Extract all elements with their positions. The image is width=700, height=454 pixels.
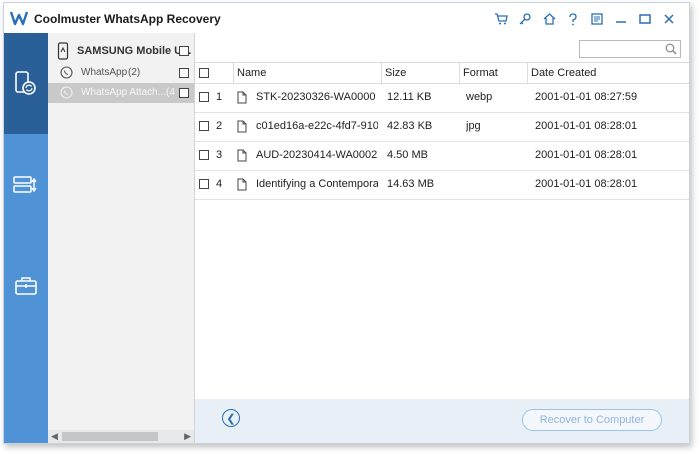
backup-restore-icon: [13, 175, 37, 193]
file-icon: [237, 91, 247, 104]
scroll-left-icon[interactable]: ◀: [51, 430, 58, 443]
whatsapp-icon: [60, 66, 73, 79]
tree-device-label: SAMSUNG Mobile U...: [77, 45, 192, 57]
nav-backup-restore[interactable]: [4, 134, 48, 235]
row-checkbox[interactable]: [199, 92, 209, 102]
row-size: 12.11 KB: [387, 91, 432, 103]
file-icon: [237, 149, 247, 162]
toolbox-icon: [15, 276, 37, 295]
left-nav: [4, 33, 48, 443]
row-format: webp: [466, 91, 493, 103]
home-icon[interactable]: [537, 9, 561, 29]
row-size: 14.63 MB: [387, 178, 435, 190]
row-index: 4: [216, 178, 223, 190]
row-size: 4.50 MB: [387, 149, 428, 161]
feedback-icon[interactable]: [585, 9, 609, 29]
row-name: AUD-20230414-WA0002: [256, 149, 378, 161]
row-index: 2: [216, 120, 223, 132]
key-icon[interactable]: [513, 9, 537, 29]
scroll-right-icon[interactable]: ▶: [184, 430, 191, 443]
phone-icon: [57, 42, 69, 60]
row-checkbox[interactable]: [199, 121, 209, 131]
table-row[interactable]: 3 AUD-20230414-WA0002 4.50 MB 2001-01-01…: [195, 141, 689, 171]
row-index: 1: [216, 91, 223, 103]
tree-item-whatsapp-attachments[interactable]: WhatsApp Attach... (4: [48, 83, 194, 103]
select-all-checkbox[interactable]: [199, 68, 209, 78]
table-header: Name Size Format Date Created: [195, 62, 689, 84]
nav-toolbox[interactable]: [4, 235, 48, 336]
back-button[interactable]: ❮: [222, 409, 240, 427]
whatsapp-icon: [60, 86, 73, 99]
app-title: Coolmuster WhatsApp Recovery: [34, 12, 221, 26]
table-row[interactable]: 4 Identifying a Contemporary ... 14.63 M…: [195, 170, 689, 200]
tree-device-row[interactable]: SAMSUNG Mobile U...: [48, 41, 194, 61]
table-row[interactable]: 1 STK-20230326-WA0000 12.11 KB webp 2001…: [195, 83, 689, 113]
column-format[interactable]: Format: [463, 63, 498, 83]
help-icon[interactable]: [561, 9, 585, 29]
row-format: jpg: [466, 120, 481, 132]
file-icon: [237, 120, 247, 133]
row-index: 3: [216, 149, 223, 161]
row-date: 2001-01-01 08:27:59: [535, 91, 638, 103]
column-size[interactable]: Size: [385, 63, 406, 83]
nav-phone-recovery[interactable]: [4, 33, 48, 134]
title-bar: Coolmuster WhatsApp Recovery: [4, 3, 689, 33]
phone-recovery-icon: [15, 70, 36, 95]
column-date-created[interactable]: Date Created: [531, 63, 596, 83]
chevron-left-icon: ❮: [226, 412, 236, 425]
category-tree: SAMSUNG Mobile U... WhatsApp (2) WhatsAp…: [48, 33, 195, 443]
tree-item-whatsapp[interactable]: WhatsApp (2): [48, 63, 194, 83]
file-icon: [237, 178, 247, 191]
column-name[interactable]: Name: [237, 63, 266, 83]
tree-item-count: (4: [166, 87, 175, 98]
row-date: 2001-01-01 08:28:01: [535, 149, 638, 161]
close-icon[interactable]: [657, 9, 681, 29]
tree-item-checkbox[interactable]: [179, 88, 189, 98]
table-row[interactable]: 2 c01ed16a-e22c-4fd7-910f-a... 42.83 KB …: [195, 112, 689, 142]
row-date: 2001-01-01 08:28:01: [535, 120, 638, 132]
minimize-icon[interactable]: [609, 9, 633, 29]
scrollbar-thumb[interactable]: [62, 432, 158, 441]
tree-horizontal-scrollbar[interactable]: ◀ ▶: [48, 430, 194, 443]
row-date: 2001-01-01 08:28:01: [535, 178, 638, 190]
app-window: Coolmuster WhatsApp Recovery SAMSUNG Mob…: [3, 2, 690, 444]
tree-item-label: WhatsApp Attach...: [81, 87, 167, 98]
tree-item-label: WhatsApp: [81, 67, 128, 78]
recover-to-computer-button[interactable]: Recover to Computer: [522, 409, 662, 431]
action-footer: ❮ Recover to Computer: [195, 399, 689, 443]
tree-item-count: (2): [128, 67, 141, 78]
row-name: c01ed16a-e22c-4fd7-910f-a...: [256, 120, 378, 132]
row-checkbox[interactable]: [199, 179, 209, 189]
row-size: 42.83 KB: [387, 120, 433, 132]
search-icon[interactable]: [665, 43, 677, 55]
app-logo-icon: [10, 11, 28, 26]
maximize-icon[interactable]: [633, 9, 657, 29]
row-name: Identifying a Contemporary ...: [256, 178, 378, 190]
tree-device-checkbox[interactable]: [179, 46, 189, 56]
file-list-panel: Name Size Format Date Created 1 STK-2023…: [195, 33, 689, 443]
cart-icon[interactable]: [489, 9, 513, 29]
tree-item-checkbox[interactable]: [179, 68, 189, 78]
row-checkbox[interactable]: [199, 150, 209, 160]
row-name: STK-20230326-WA0000: [256, 91, 376, 103]
search-input[interactable]: [579, 40, 681, 58]
